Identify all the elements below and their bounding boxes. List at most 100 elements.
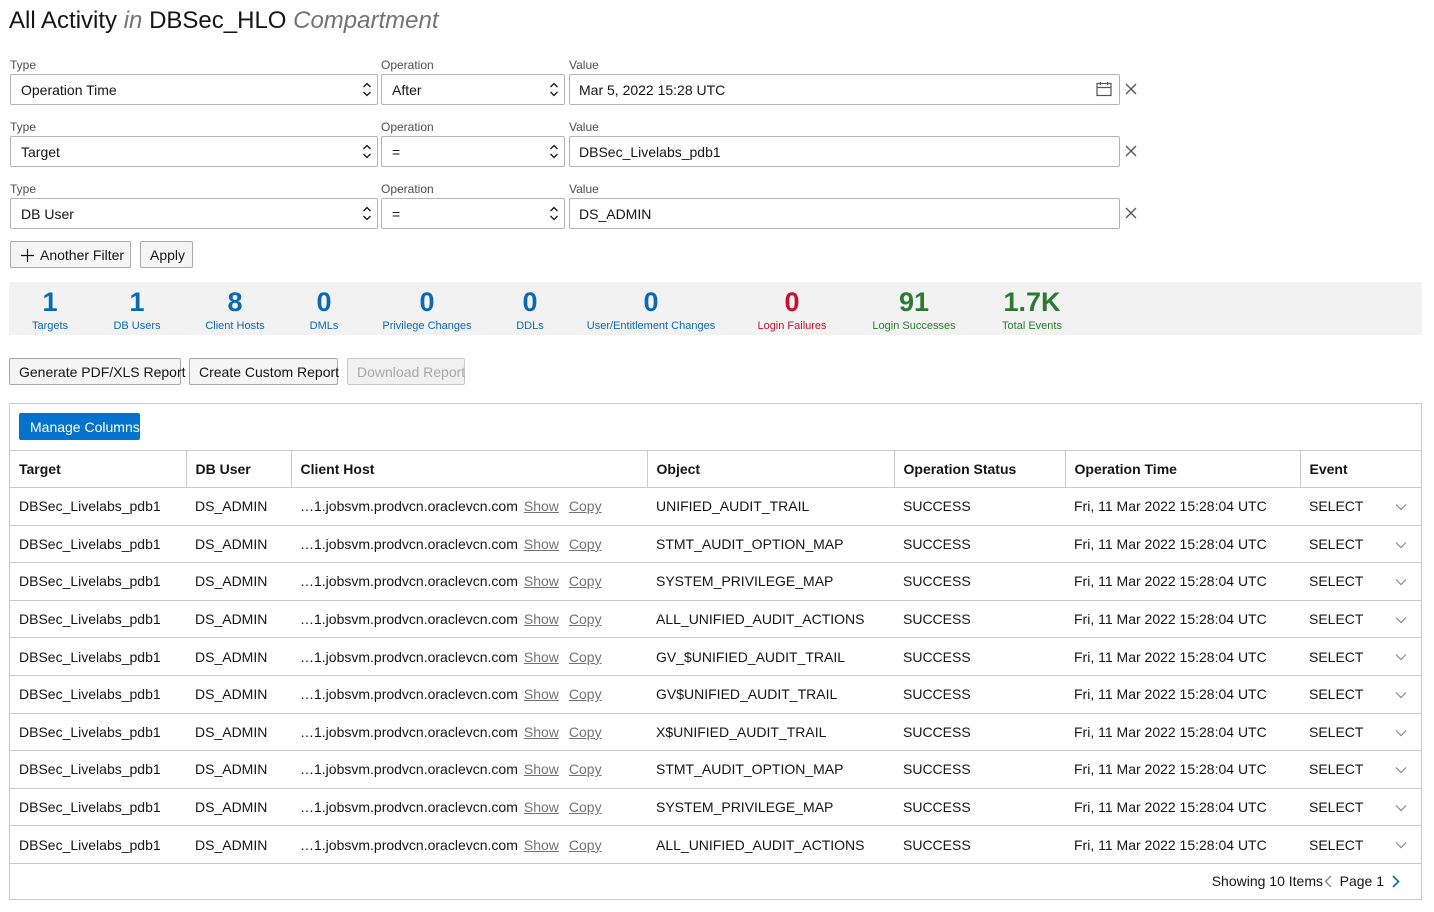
table-row[interactable]: DBSec_Livelabs_pdb1 DS_ADMIN …1.jobsvm.p… [10, 525, 1421, 564]
filter-date-input[interactable]: Mar 5, 2022 15:28 UTC [569, 74, 1120, 105]
remove-filter-icon[interactable] [1124, 206, 1138, 220]
remove-filter-icon[interactable] [1124, 82, 1138, 96]
filter-type-value: DB User [21, 206, 74, 222]
filter-type-select[interactable]: Operation Time [10, 74, 378, 105]
column-header[interactable]: Operation Status [894, 450, 1066, 488]
pagination: Page 1 [1324, 873, 1400, 889]
stat-value: 1.7K [1003, 287, 1061, 317]
create-custom-report-button[interactable]: Create Custom Report [189, 358, 339, 385]
table-row[interactable]: DBSec_Livelabs_pdb1 DS_ADMIN …1.jobsvm.p… [10, 713, 1421, 752]
cell-target: DBSec_Livelabs_pdb1 [10, 713, 186, 752]
show-link[interactable]: Show [524, 536, 559, 552]
filter-type-select[interactable]: Target [10, 136, 378, 167]
filter-type-select[interactable]: DB User [10, 198, 378, 229]
copy-link[interactable]: Copy [569, 536, 602, 552]
table-row[interactable]: DBSec_Livelabs_pdb1 DS_ADMIN …1.jobsvm.p… [10, 487, 1421, 526]
filter-value-input[interactable]: DBSec_Livelabs_pdb1 [569, 136, 1120, 167]
chevron-down-icon[interactable] [1395, 503, 1407, 511]
copy-link[interactable]: Copy [569, 761, 602, 777]
table-row[interactable]: DBSec_Livelabs_pdb1 DS_ADMIN …1.jobsvm.p… [10, 750, 1421, 789]
stat-caption: Total Events [1002, 320, 1062, 332]
cell-object: GV_$UNIFIED_AUDIT_TRAIL [647, 637, 894, 676]
column-header[interactable]: Operation Time [1065, 450, 1301, 488]
copy-link[interactable]: Copy [569, 611, 602, 627]
show-link[interactable]: Show [524, 498, 559, 514]
table-row[interactable]: DBSec_Livelabs_pdb1 DS_ADMIN …1.jobsvm.p… [10, 600, 1421, 639]
column-header[interactable]: Object [647, 450, 895, 488]
filter-operation-select[interactable]: After [381, 74, 565, 105]
client-host-value: …1.jobsvm.prodvcn.oraclevcn.com [300, 648, 518, 665]
show-link[interactable]: Show [524, 799, 559, 815]
chevron-left-icon[interactable] [1324, 875, 1332, 888]
activity-table: Target DB User Client Host Object Operation … [10, 450, 1421, 864]
chevron-down-icon[interactable] [1395, 766, 1407, 774]
show-link[interactable]: Show [524, 686, 559, 702]
another-filter-button[interactable]: Another Filter [10, 241, 131, 268]
calendar-icon[interactable] [1096, 81, 1112, 97]
cell-target: DBSec_Livelabs_pdb1 [10, 788, 186, 827]
show-link[interactable]: Show [524, 761, 559, 777]
table-footer: Showing 10 Items Page 1 [1021, 862, 1421, 899]
cell-operation-status: SUCCESS [894, 487, 1065, 526]
cell-event: SELECT [1300, 600, 1421, 639]
table-row[interactable]: DBSec_Livelabs_pdb1 DS_ADMIN …1.jobsvm.p… [10, 788, 1421, 827]
filter-value: DS_ADMIN [579, 206, 652, 222]
cell-db-user: DS_ADMIN [186, 713, 291, 752]
generate-report-button[interactable]: Generate PDF/XLS Report [9, 358, 186, 385]
compartment-label: Compartment [293, 7, 439, 34]
cell-operation-status: SUCCESS [894, 637, 1065, 676]
show-link[interactable]: Show [524, 724, 559, 740]
chevron-down-icon[interactable] [1395, 653, 1407, 661]
copy-link[interactable]: Copy [569, 649, 602, 665]
chevron-down-icon[interactable] [1395, 841, 1407, 849]
copy-link[interactable]: Copy [569, 724, 602, 740]
cell-event: SELECT [1300, 525, 1421, 564]
cell-target: DBSec_Livelabs_pdb1 [10, 825, 186, 864]
remove-filter-icon[interactable] [1124, 144, 1138, 158]
show-link[interactable]: Show [524, 837, 559, 853]
cell-object: X$UNIFIED_AUDIT_TRAIL [647, 713, 894, 752]
filter-operation-select[interactable]: = [381, 136, 565, 167]
chevron-down-icon[interactable] [1395, 729, 1407, 737]
summary-stat[interactable]: 1.7K Total Events [952, 283, 1112, 332]
download-report-button[interactable]: Download Report [347, 358, 465, 385]
column-header[interactable]: Event [1300, 450, 1421, 488]
chevron-down-icon[interactable] [1395, 541, 1407, 549]
cell-db-user: DS_ADMIN [186, 788, 291, 827]
cell-object: SYSTEM_PRIVILEGE_MAP [647, 562, 894, 601]
cell-operation-time: Fri, 11 Mar 2022 15:28:04 UTC [1065, 675, 1300, 714]
chevron-down-icon[interactable] [1395, 578, 1407, 586]
filter-type-value: Target [21, 144, 60, 160]
copy-link[interactable]: Copy [569, 573, 602, 589]
column-header[interactable]: Client Host [291, 450, 648, 488]
table-row[interactable]: DBSec_Livelabs_pdb1 DS_ADMIN …1.jobsvm.p… [10, 825, 1421, 864]
show-link[interactable]: Show [524, 611, 559, 627]
manage-columns-button[interactable]: Manage Columns [19, 413, 140, 440]
copy-link[interactable]: Copy [569, 799, 602, 815]
chevron-down-icon[interactable] [1395, 691, 1407, 699]
filter-value-input[interactable]: DS_ADMIN [569, 198, 1120, 229]
table-row[interactable]: DBSec_Livelabs_pdb1 DS_ADMIN …1.jobsvm.p… [10, 637, 1421, 676]
filter-operation-select[interactable]: = [381, 198, 565, 229]
cell-client-host: …1.jobsvm.prodvcn.oraclevcn.com Show Copy [291, 788, 647, 827]
apply-button[interactable]: Apply [140, 241, 193, 268]
copy-link[interactable]: Copy [569, 837, 602, 853]
copy-link[interactable]: Copy [569, 686, 602, 702]
chevron-down-icon[interactable] [1395, 616, 1407, 624]
copy-link[interactable]: Copy [569, 498, 602, 514]
table-row[interactable]: DBSec_Livelabs_pdb1 DS_ADMIN …1.jobsvm.p… [10, 675, 1421, 714]
cell-db-user: DS_ADMIN [186, 562, 291, 601]
show-link[interactable]: Show [524, 649, 559, 665]
column-header[interactable]: DB User [186, 450, 292, 488]
filter-value-label: Value [569, 120, 599, 134]
filter-operation-label: Operation [381, 120, 434, 134]
chevron-right-icon[interactable] [1392, 875, 1400, 888]
cell-event: SELECT [1300, 825, 1421, 864]
table-row[interactable]: DBSec_Livelabs_pdb1 DS_ADMIN …1.jobsvm.p… [10, 562, 1421, 601]
show-link[interactable]: Show [524, 573, 559, 589]
chevron-down-icon[interactable] [1395, 804, 1407, 812]
cell-operation-time: Fri, 11 Mar 2022 15:28:04 UTC [1065, 487, 1300, 526]
summary-stat[interactable]: 0 User/Entitlement Changes [571, 283, 731, 332]
cell-object: STMT_AUDIT_OPTION_MAP [647, 750, 894, 789]
column-header[interactable]: Target [10, 450, 187, 488]
